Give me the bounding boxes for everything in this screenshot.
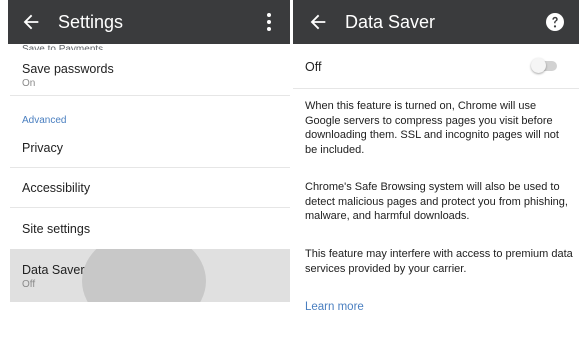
help-icon[interactable] <box>545 12 565 32</box>
learn-more-link[interactable]: Learn more <box>305 301 364 313</box>
data-saver-toggle[interactable] <box>531 58 559 74</box>
page-title: Settings <box>58 11 124 32</box>
item-label: Save passwords <box>22 62 114 76</box>
cut-off-list-item: Save to Payments <box>22 44 104 50</box>
description-paragraph: This feature may interfere with access t… <box>305 248 573 275</box>
settings-item-accessibility[interactable]: Accessibility <box>10 168 290 208</box>
toggle-knob <box>531 58 546 73</box>
settings-item-site-settings[interactable]: Site settings <box>10 208 290 248</box>
item-label: Privacy <box>22 141 63 155</box>
settings-app-bar: Settings <box>8 0 290 44</box>
arrow-back-icon[interactable] <box>307 11 329 33</box>
divider <box>10 95 290 96</box>
data-saver-screen: Data Saver Off When this feature is turn… <box>293 0 579 359</box>
item-label: Site settings <box>22 222 91 236</box>
divider <box>293 88 579 89</box>
data-saver-app-bar: Data Saver <box>293 0 579 44</box>
item-status: On <box>22 78 36 89</box>
section-header-advanced: Advanced <box>22 115 67 126</box>
description-paragraph: When this feature is turned on, Chrome w… <box>305 100 559 156</box>
settings-item-privacy[interactable]: Privacy <box>10 128 290 164</box>
description-paragraph: Chrome's Safe Browsing system will also … <box>305 181 568 222</box>
settings-screen: Settings Save to Payments Save passwords… <box>0 0 290 359</box>
item-label: Data Saver <box>22 263 85 277</box>
arrow-back-icon[interactable] <box>20 11 42 33</box>
toggle-state-label: Off <box>305 60 322 74</box>
page-title: Data Saver <box>345 11 436 32</box>
more-vert-icon[interactable] <box>266 12 272 32</box>
item-label: Accessibility <box>22 181 91 195</box>
settings-item-data-saver[interactable]: Data Saver Off <box>10 249 290 302</box>
settings-item-save-passwords[interactable]: Save passwords On <box>10 52 290 92</box>
item-status: Off <box>22 279 36 290</box>
touch-ripple <box>82 249 206 302</box>
